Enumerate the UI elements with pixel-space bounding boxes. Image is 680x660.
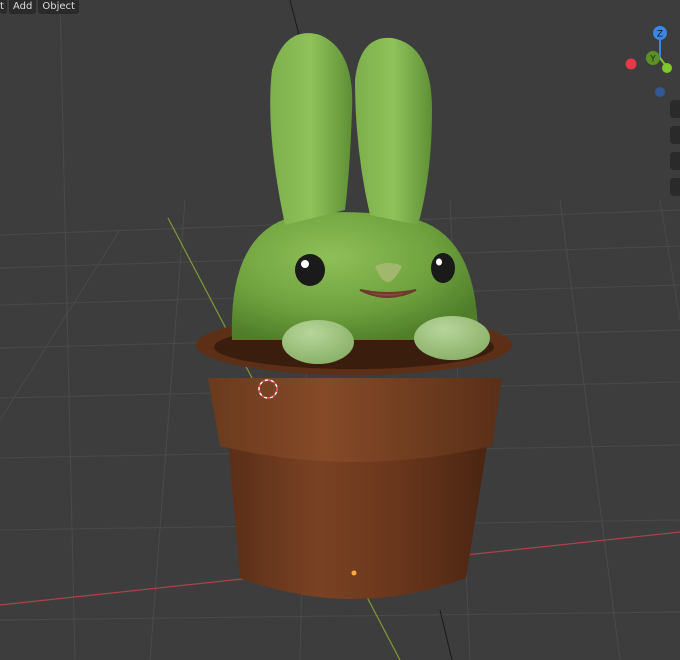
object-origin-dot [351, 570, 357, 576]
header-menubar: t Add Object [0, 0, 79, 14]
menu-view-partial[interactable]: t [0, 0, 7, 14]
menu-add[interactable]: Add [9, 0, 37, 14]
bunny-model[interactable] [231, 33, 490, 364]
gizmo-neg-z-axis[interactable] [655, 87, 665, 97]
viewport-navigation-tools [668, 100, 680, 204]
left-eye [295, 254, 325, 286]
gizmo-x-axis[interactable] [625, 58, 637, 70]
gizmo-neg-y-axis[interactable] [662, 63, 672, 73]
camera-tool-stub[interactable] [670, 152, 680, 170]
right-paw [414, 316, 490, 360]
menu-object[interactable]: Object [38, 0, 79, 14]
zoom-tool-stub[interactable] [670, 100, 680, 118]
perspective-tool-stub[interactable] [670, 178, 680, 196]
right-eye [431, 253, 455, 283]
3d-viewport[interactable]: Z Y [0, 0, 680, 660]
gizmo-z-label: Z [657, 30, 663, 40]
left-paw [282, 320, 354, 364]
gizmo-y-label: Y [649, 55, 656, 65]
view-line-lower [439, 609, 453, 660]
navigation-gizmo[interactable]: Z Y [625, 26, 673, 97]
pan-tool-stub[interactable] [670, 126, 680, 144]
